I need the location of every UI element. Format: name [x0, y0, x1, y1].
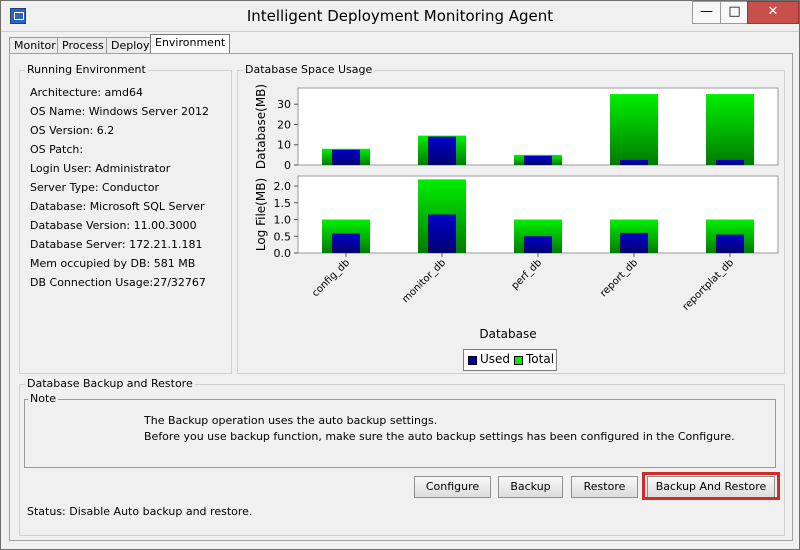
tab-environment[interactable]: Environment	[150, 34, 231, 55]
bar-used-config_db-1	[332, 233, 360, 253]
y-tick-label-1-2: 1.0	[274, 214, 292, 227]
bar-used-report_db-1	[620, 232, 648, 253]
env-database-server: Database Server: 172.21.1.181	[30, 238, 203, 251]
bar-used-reportplat_db-0	[716, 159, 744, 165]
env-os-name: OS Name: Windows Server 2012	[30, 105, 209, 118]
bar-used-config_db-0	[332, 149, 360, 165]
bar-used-monitor_db-1	[428, 214, 456, 253]
y-axis-label-1: Log File(MB)	[254, 178, 268, 251]
legend-used-swatch	[468, 356, 477, 365]
y-tick-label-1-0: 0.0	[274, 247, 292, 260]
env-mem-occupied: Mem occupied by DB: 581 MB	[30, 257, 196, 270]
env-os-version: OS Version: 6.2	[30, 124, 115, 137]
legend-total-swatch	[514, 356, 523, 365]
database-space-usage-group: Database Space Usage 0 10 20 30 Database(MB)…	[237, 63, 785, 374]
bar-used-reportplat_db-1	[716, 234, 744, 253]
configure-button[interactable]: Configure	[414, 476, 491, 498]
y-tick-label-1-4: 2.0	[274, 180, 292, 193]
y-tick-label-0-0: 0	[284, 159, 291, 172]
close-button[interactable]: ✕	[747, 1, 799, 24]
restore-button[interactable]: Restore	[571, 476, 638, 498]
y-axis-label-0: Database(MB)	[254, 84, 268, 169]
env-server-type: Server Type: Conductor	[30, 181, 159, 194]
y-tick-label-0-2: 20	[277, 118, 291, 131]
bar-total-report_db-0	[610, 94, 658, 165]
env-architecture: Architecture: amd64	[30, 86, 143, 99]
x-axis-label: Database	[479, 327, 536, 341]
highlight-box	[642, 472, 780, 500]
x-tick-label-reportplat_db: reportplat_db	[681, 257, 736, 312]
env-db-connection-usage: DB Connection Usage:27/32767	[30, 276, 206, 289]
maximize-button[interactable]: □	[720, 1, 749, 24]
minimize-button[interactable]: —	[692, 1, 720, 24]
env-os-patch: OS Patch:	[30, 143, 84, 156]
x-tick-label-report_db: report_db	[598, 257, 640, 299]
app-window: Intelligent Deployment Monitoring Agent …	[0, 0, 800, 550]
y-tick-label-1-3: 1.5	[274, 197, 292, 210]
title-bar: Intelligent Deployment Monitoring Agent …	[1, 1, 799, 32]
env-database: Database: Microsoft SQL Server	[30, 200, 205, 213]
note-box: Note The Backup operation uses the auto …	[24, 392, 776, 468]
env-login-user: Login User: Administrator	[30, 162, 171, 175]
x-tick-label-monitor_db: monitor_db	[400, 257, 448, 305]
x-tick-label-config_db: config_db	[310, 257, 352, 299]
bar-used-report_db-0	[620, 159, 648, 165]
x-tick-label-perf_db: perf_db	[510, 257, 545, 292]
bar-used-perf_db-1	[524, 236, 552, 253]
y-tick-label-0-1: 10	[277, 139, 291, 152]
bar-total-reportplat_db-0	[706, 94, 754, 165]
note-title: Note	[28, 392, 59, 405]
bar-used-monitor_db-0	[428, 136, 456, 165]
backup-button[interactable]: Backup	[498, 476, 563, 498]
legend-used-label: Used	[480, 352, 511, 366]
running-environment-group: Running Environment Architecture: amd64 …	[19, 63, 232, 374]
note-line-2: Before you use backup function, make sur…	[144, 430, 735, 443]
legend-total-label: Total	[526, 352, 555, 366]
env-database-version: Database Version: 11.00.3000	[30, 219, 197, 232]
note-line-1: The Backup operation uses the auto backu…	[144, 414, 438, 427]
environment-panel: Running Environment Architecture: amd64 …	[9, 53, 793, 541]
chart-legend: Used Total	[463, 349, 557, 371]
bar-used-perf_db-0	[524, 155, 552, 165]
backup-restore-title: Database Backup and Restore	[25, 377, 195, 390]
running-environment-title: Running Environment	[25, 63, 148, 76]
y-tick-label-0-3: 30	[277, 98, 291, 111]
status-text: Status: Disable Auto backup and restore.	[27, 505, 253, 518]
database-space-chart: 0 10 20 30 Database(MB) 0.0 0.5 1.0 1.5 2.0 Log Fi…	[254, 84, 779, 341]
window-title: Intelligent Deployment Monitoring Agent	[246, 7, 554, 25]
y-tick-label-1-1: 0.5	[274, 230, 292, 243]
